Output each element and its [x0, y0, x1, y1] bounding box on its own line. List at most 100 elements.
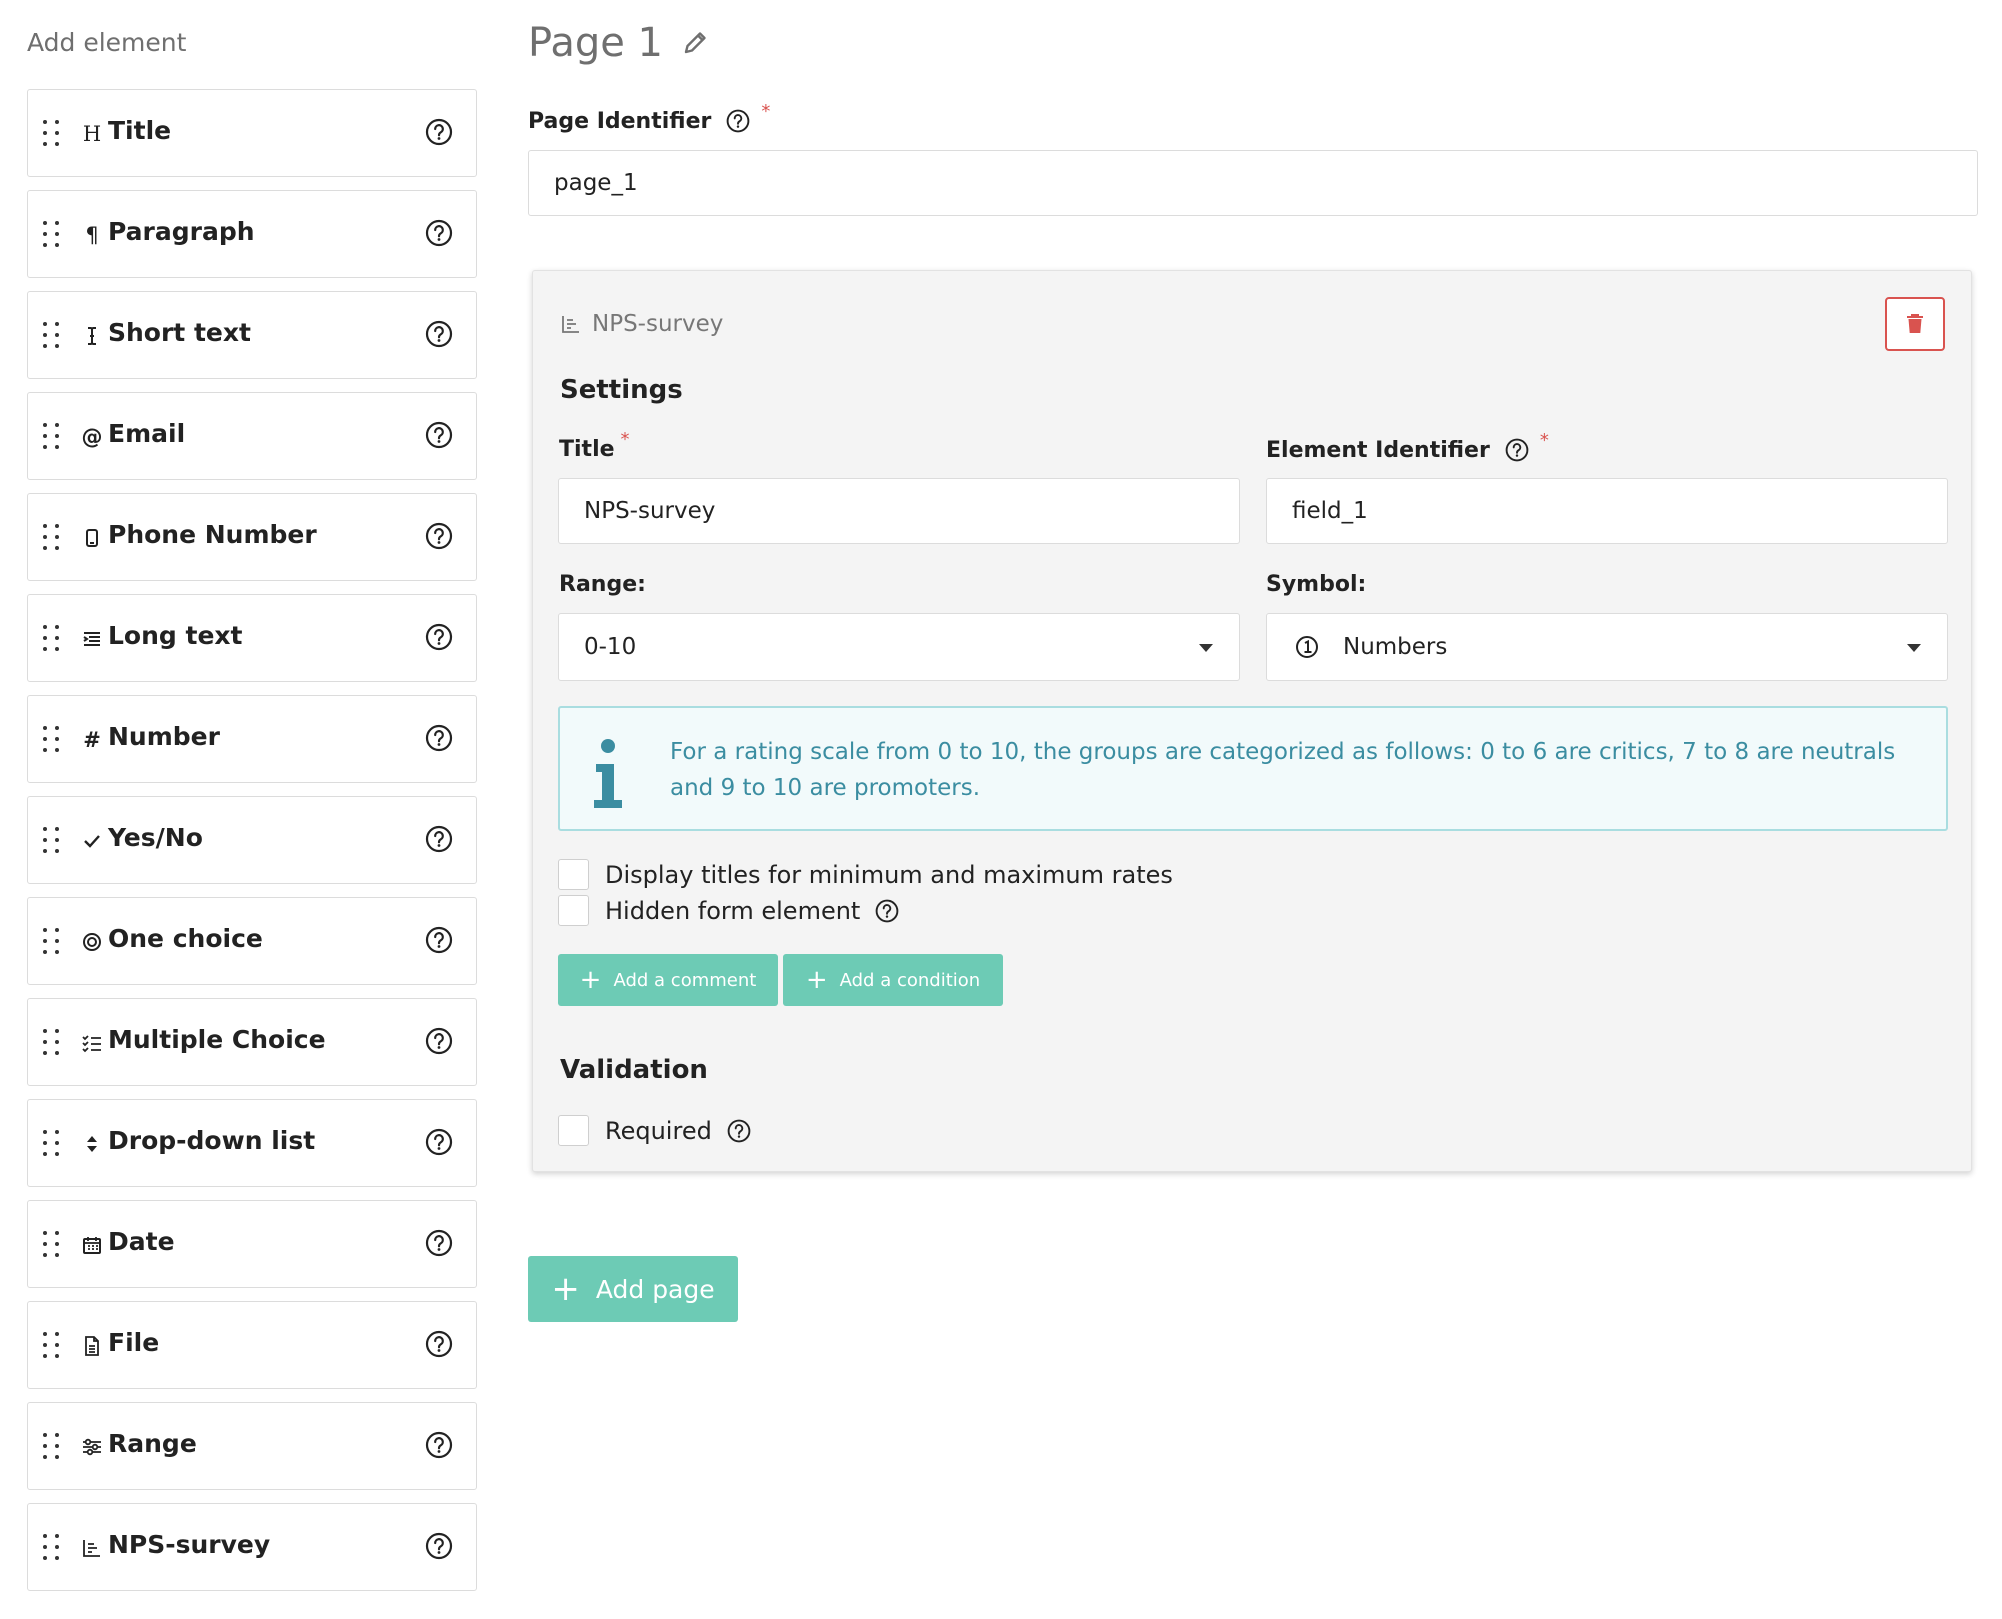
add-page-button[interactable]: + Add page [528, 1256, 738, 1322]
help-icon[interactable] [725, 108, 751, 134]
title-field-label: Title * [559, 429, 630, 462]
element-item-drop-down-list[interactable]: Drop-down list [27, 1099, 477, 1187]
help-icon[interactable] [424, 723, 454, 753]
page-identifier-label: Page Identifier * [528, 101, 770, 134]
chart-icon [562, 316, 579, 333]
range-select[interactable]: 0-10 [558, 613, 1240, 681]
element-item-nps-survey[interactable]: NPS-survey [27, 1503, 477, 1591]
element-item-label: Phone Number [108, 520, 317, 549]
help-icon[interactable] [424, 1531, 454, 1561]
element-identifier-label-text: Element Identifier [1266, 437, 1490, 463]
drag-handle-icon[interactable] [43, 625, 61, 653]
trash-icon [1907, 314, 1923, 333]
help-icon[interactable] [424, 521, 454, 551]
element-item-email[interactable]: @ Email [27, 392, 477, 480]
plus-icon: + [579, 965, 602, 995]
element-item-label: Drop-down list [108, 1126, 316, 1155]
page-identifier-input[interactable] [528, 150, 1978, 216]
help-icon[interactable] [424, 1026, 454, 1056]
help-icon[interactable] [424, 218, 454, 248]
plus-icon: + [805, 965, 828, 995]
help-icon[interactable] [424, 319, 454, 349]
help-icon[interactable] [424, 1127, 454, 1157]
drag-handle-icon[interactable] [43, 1130, 61, 1158]
drag-handle-icon[interactable] [43, 423, 61, 451]
drag-handle-icon[interactable] [43, 1534, 61, 1562]
element-item-multiple-choice[interactable]: Multiple Choice [27, 998, 477, 1086]
pencil-icon[interactable] [679, 27, 711, 59]
help-icon[interactable] [874, 898, 900, 924]
at-icon: @ [81, 425, 103, 449]
title-field-label-text: Title [559, 437, 615, 462]
delete-element-button[interactable] [1885, 297, 1945, 351]
help-icon[interactable] [424, 1329, 454, 1359]
drag-handle-icon[interactable] [43, 1231, 61, 1259]
info-icon [594, 739, 622, 808]
element-identifier-input[interactable] [1266, 478, 1948, 544]
element-settings-panel: NPS-survey Settings Title * Element Iden… [532, 270, 1972, 1172]
heading-icon: H [82, 122, 102, 146]
display-titles-label: Display titles for minimum and maximum r… [605, 860, 1173, 889]
drag-handle-icon[interactable] [43, 120, 61, 148]
drag-handle-icon[interactable] [43, 1332, 61, 1360]
add-comment-button[interactable]: + Add a comment [558, 954, 778, 1006]
drag-handle-icon[interactable] [43, 524, 61, 552]
drag-handle-icon[interactable] [43, 221, 61, 249]
display-titles-option[interactable]: Display titles for minimum and maximum r… [558, 859, 1173, 890]
page-title-text: Page 1 [528, 20, 663, 66]
radio-icon [78, 928, 106, 956]
calendar-icon [78, 1231, 106, 1259]
element-item-label: One choice [108, 924, 263, 953]
help-icon[interactable] [726, 1118, 752, 1144]
add-condition-label: Add a condition [839, 969, 981, 991]
drag-handle-icon[interactable] [43, 322, 61, 350]
element-item-short-text[interactable]: Short text [27, 291, 477, 379]
drag-handle-icon[interactable] [43, 827, 61, 855]
add-condition-button[interactable]: + Add a condition [783, 954, 1003, 1006]
sliders-icon [78, 1433, 106, 1461]
element-item-label: Email [108, 419, 186, 448]
drag-handle-icon[interactable] [43, 1029, 61, 1057]
element-item-date[interactable]: Date [27, 1200, 477, 1288]
drag-handle-icon[interactable] [43, 928, 61, 956]
info-box: For a rating scale from 0 to 10, the gro… [558, 706, 1948, 831]
element-item-label: Paragraph [108, 217, 255, 246]
element-type-label: NPS-survey [592, 311, 724, 337]
symbol-select[interactable]: Numbers [1266, 613, 1948, 681]
element-item-number[interactable]: # Number [27, 695, 477, 783]
drag-handle-icon[interactable] [43, 726, 61, 754]
element-item-range[interactable]: Range [27, 1402, 477, 1490]
help-icon[interactable] [424, 420, 454, 450]
hidden-element-checkbox[interactable] [558, 895, 589, 926]
drag-handle-icon[interactable] [43, 1433, 61, 1461]
help-icon[interactable] [1504, 437, 1530, 463]
hash-icon: # [83, 728, 101, 752]
help-icon[interactable] [424, 1430, 454, 1460]
element-item-long-text[interactable]: Long text [27, 594, 477, 682]
display-titles-checkbox[interactable] [558, 859, 589, 890]
page-identifier-label-text: Page Identifier [528, 108, 712, 134]
settings-title: Settings [560, 375, 683, 405]
element-item-title[interactable]: H Title [27, 89, 477, 177]
element-item-file[interactable]: File [27, 1301, 477, 1389]
required-option[interactable]: Required [558, 1115, 752, 1146]
text-cursor-icon [78, 322, 106, 350]
required-label: Required [605, 1116, 712, 1145]
chevron-down-icon [1907, 644, 1921, 652]
required-checkbox[interactable] [558, 1115, 589, 1146]
required-asterisk: * [1539, 429, 1549, 451]
help-icon[interactable] [424, 925, 454, 955]
element-item-phone-number[interactable]: Phone Number [27, 493, 477, 581]
help-icon[interactable] [424, 117, 454, 147]
help-icon[interactable] [424, 1228, 454, 1258]
help-icon[interactable] [424, 824, 454, 854]
title-input[interactable] [558, 478, 1240, 544]
help-icon[interactable] [424, 622, 454, 652]
add-page-label: Add page [595, 1274, 715, 1304]
element-item-yes-no[interactable]: Yes/No [27, 796, 477, 884]
required-asterisk: * [620, 429, 630, 450]
hidden-element-option[interactable]: Hidden form element [558, 895, 900, 926]
element-item-paragraph[interactable]: ¶ Paragraph [27, 190, 477, 278]
element-item-one-choice[interactable]: One choice [27, 897, 477, 985]
element-item-label: Yes/No [108, 823, 203, 852]
